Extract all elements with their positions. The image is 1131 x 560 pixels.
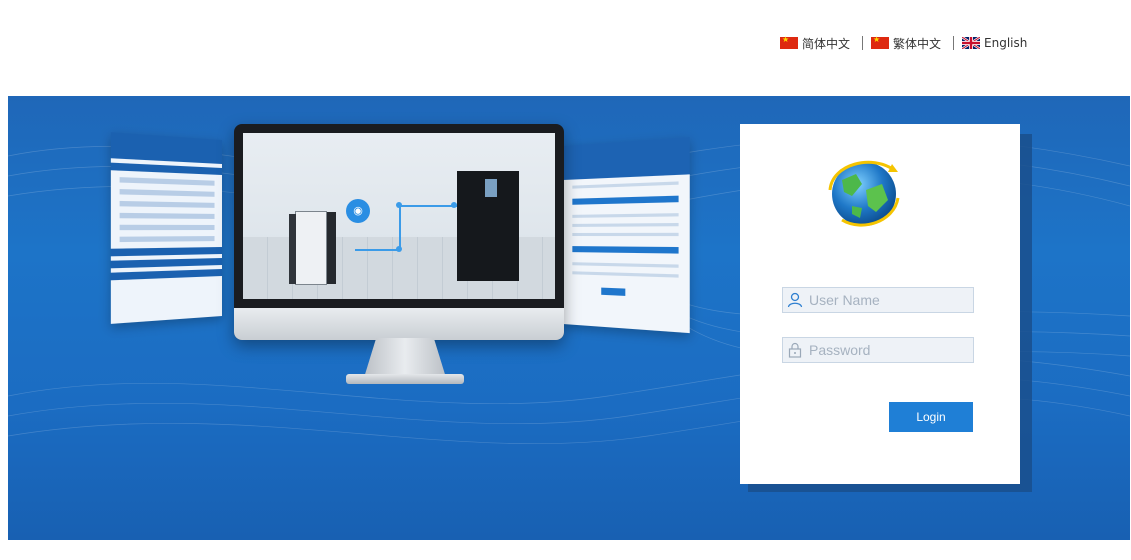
right-preview-panel bbox=[563, 136, 690, 334]
monitor-illustration: ◉ bbox=[234, 124, 564, 340]
lang-label: English bbox=[984, 36, 1028, 50]
large-ups-image bbox=[457, 171, 519, 281]
lock-icon bbox=[783, 338, 807, 362]
lang-label: 简体中文 bbox=[802, 36, 851, 51]
password-input[interactable] bbox=[807, 341, 971, 359]
divider bbox=[862, 36, 864, 50]
lang-english[interactable]: English bbox=[962, 36, 1027, 50]
monitor-base bbox=[346, 374, 464, 384]
monitor-screen: ◉ bbox=[243, 133, 555, 299]
left-preview-panel bbox=[110, 132, 222, 324]
login-button[interactable]: Login bbox=[889, 402, 973, 432]
divider bbox=[953, 36, 955, 50]
globe-icon bbox=[828, 160, 900, 227]
lang-label: 繁体中文 bbox=[893, 36, 942, 51]
language-bar: 简体中文 繁体中文 English bbox=[780, 34, 1027, 52]
small-ups-image bbox=[289, 211, 336, 285]
lang-simplified-chinese[interactable]: 简体中文 bbox=[780, 35, 850, 52]
user-icon bbox=[783, 288, 807, 312]
wifi-icon: ◉ bbox=[346, 199, 370, 223]
cn-flag-icon bbox=[871, 35, 890, 49]
lang-traditional-chinese[interactable]: 繁体中文 bbox=[871, 35, 941, 52]
footer-strip bbox=[0, 540, 1131, 560]
username-input[interactable] bbox=[807, 291, 971, 309]
password-field[interactable] bbox=[782, 337, 974, 363]
uk-flag-icon bbox=[962, 37, 981, 49]
username-field[interactable] bbox=[782, 287, 974, 313]
cn-flag-icon bbox=[780, 35, 798, 49]
